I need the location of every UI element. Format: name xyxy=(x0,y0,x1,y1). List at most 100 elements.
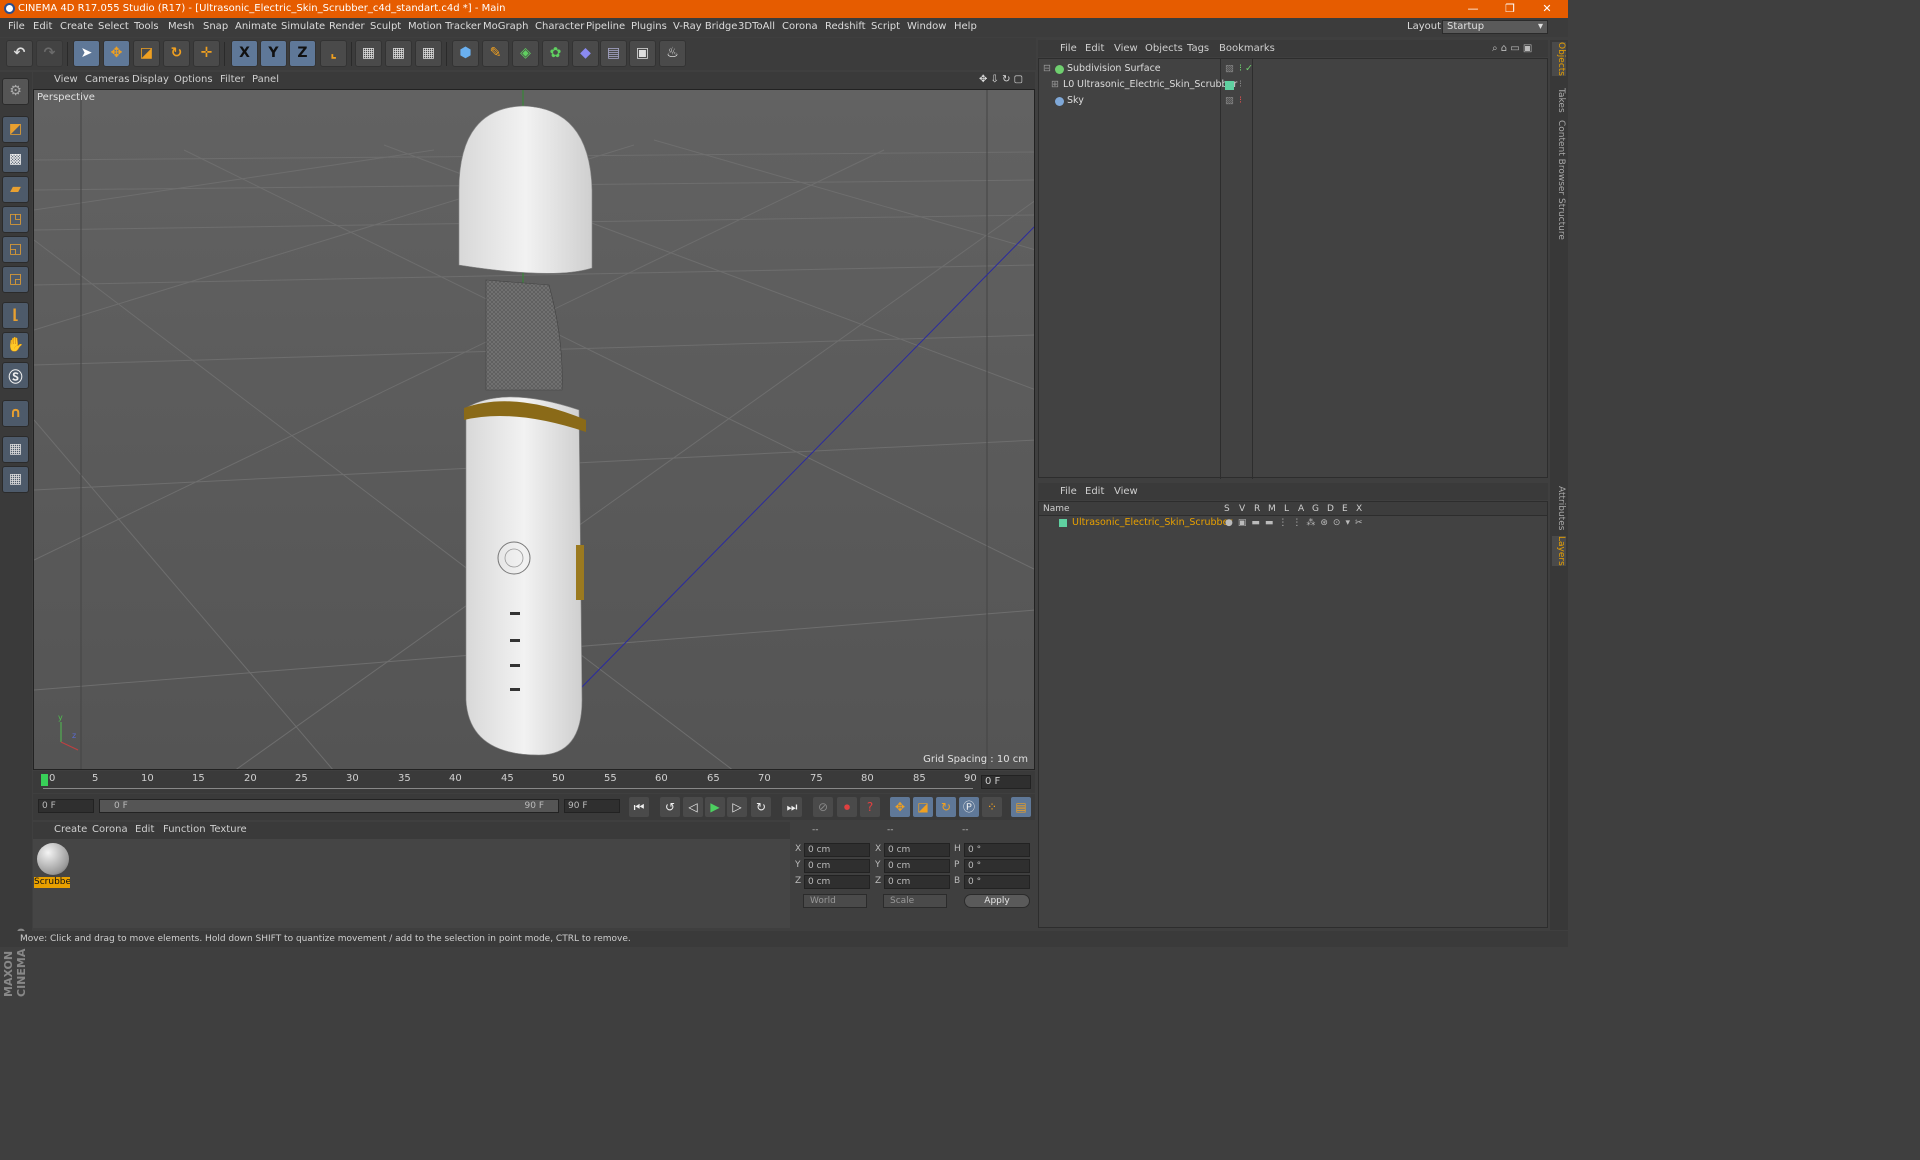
collapse-icon[interactable]: ⊟ xyxy=(1043,61,1051,77)
layer-color-icon[interactable] xyxy=(1225,81,1234,90)
menu-3dtoall[interactable]: 3DToAll xyxy=(738,21,775,32)
position-z-field[interactable]: 0 cm xyxy=(804,875,870,889)
menu-pipeline[interactable]: Pipeline xyxy=(586,21,625,32)
current-frame-field[interactable]: 0 F xyxy=(981,775,1031,789)
menu-vray-bridge[interactable]: V-Ray Bridge xyxy=(673,21,737,32)
transform-tool-button[interactable]: ✛ xyxy=(193,40,220,67)
go-to-end-button[interactable]: ⏭ xyxy=(782,797,802,817)
key-position-button[interactable]: ✥ xyxy=(890,797,910,817)
visibility-dots-icon[interactable]: ⁝ xyxy=(1239,61,1242,77)
menu-motion-tracker[interactable]: Motion Tracker xyxy=(408,21,481,32)
menu-redshift[interactable]: Redshift xyxy=(825,21,866,32)
autokey-button[interactable]: ? xyxy=(860,797,880,817)
polygons-mode-button[interactable]: ◲ xyxy=(2,266,29,293)
make-editable-button[interactable]: ⚙ xyxy=(2,78,29,105)
tab-takes[interactable]: Takes xyxy=(1552,88,1566,113)
cloner-button[interactable]: ✿ xyxy=(542,40,569,67)
size-y-field[interactable]: 0 cm xyxy=(884,859,950,873)
menu-animate[interactable]: Animate xyxy=(235,21,277,32)
tab-structure[interactable]: Structure xyxy=(1552,198,1566,240)
x-axis-button[interactable]: X xyxy=(231,40,258,67)
render-settings-button[interactable]: ▦ xyxy=(415,40,442,67)
redo-button[interactable]: ↷ xyxy=(36,40,63,67)
menu-help[interactable]: Help xyxy=(954,21,977,32)
tab-attributes[interactable]: Attributes xyxy=(1552,486,1566,530)
key-rotation-button[interactable]: ↻ xyxy=(936,797,956,817)
viewport-menu-cameras[interactable]: Cameras xyxy=(85,74,129,85)
undo-button[interactable]: ↶ xyxy=(6,40,33,67)
snap-button[interactable]: ∩ xyxy=(2,400,29,427)
rotate-tool-button[interactable]: ↻ xyxy=(163,40,190,67)
camera-button[interactable]: ▣ xyxy=(629,40,656,67)
enabled-check-icon[interactable]: ✓ xyxy=(1245,61,1253,77)
playhead[interactable] xyxy=(41,774,48,786)
menu-edit[interactable]: Edit xyxy=(33,21,52,32)
object-menu-objects[interactable]: Objects xyxy=(1145,43,1183,54)
locked-workplane-button[interactable]: ▦ xyxy=(2,436,29,463)
object-menu-view[interactable]: View xyxy=(1114,43,1138,54)
menu-script[interactable]: Script xyxy=(871,21,900,32)
layer-color-swatch[interactable] xyxy=(1059,519,1067,527)
object-menu-bookmarks[interactable]: Bookmarks xyxy=(1219,43,1275,54)
layer-menu-edit[interactable]: Edit xyxy=(1085,486,1104,497)
viewport-menu-options[interactable]: Options xyxy=(174,74,213,85)
subdivision-surface-button[interactable]: ◈ xyxy=(512,40,539,67)
size-x-field[interactable]: 0 cm xyxy=(884,843,950,857)
step-forward-button[interactable]: ▷ xyxy=(727,797,747,817)
rotation-h-field[interactable]: 0 ° xyxy=(964,843,1030,857)
object-row-subdivision-surface[interactable]: ⊟ Subdivision Surface ▨ ⁝ ✓ xyxy=(1039,61,1547,77)
viewport-menu-panel[interactable]: Panel xyxy=(252,74,279,85)
step-back-button[interactable]: ◁ xyxy=(683,797,703,817)
texture-mode-button[interactable]: ▩ xyxy=(2,146,29,173)
layer-row[interactable]: Ultrasonic_Electric_Skin_Scrubber ●▣▬▬⋮⋮… xyxy=(1039,516,1547,530)
cube-object-button[interactable]: ⬢ xyxy=(452,40,479,67)
apply-button[interactable]: Apply xyxy=(964,894,1030,908)
solo-button[interactable]: Ⓢ xyxy=(2,362,29,389)
material-swatch[interactable]: Scrubbe xyxy=(33,839,73,889)
deformer-button[interactable]: ◆ xyxy=(572,40,599,67)
layer-menu-view[interactable]: View xyxy=(1114,486,1138,497)
light-button[interactable]: ♨ xyxy=(659,40,686,67)
layer-toggle-icons[interactable]: ●▣▬▬⋮⋮⁂⊛⊙▾✂ xyxy=(1225,516,1368,530)
z-axis-button[interactable]: Z xyxy=(289,40,316,67)
size-z-field[interactable]: 0 cm xyxy=(884,875,950,889)
tab-content-browser[interactable]: Content Browser xyxy=(1552,120,1566,195)
key-scale-button[interactable]: ◪ xyxy=(913,797,933,817)
material-menu-texture[interactable]: Texture xyxy=(210,824,247,835)
layer-tag-icon[interactable]: ▨ xyxy=(1225,61,1234,77)
record-button[interactable]: ⏺ xyxy=(837,797,857,817)
menu-simulate[interactable]: Simulate xyxy=(281,21,325,32)
material-menu-corona[interactable]: Corona xyxy=(92,824,128,835)
menu-select[interactable]: Select xyxy=(98,21,129,32)
key-parameter-button[interactable]: Ⓟ xyxy=(959,797,979,817)
minimize-button[interactable]: — xyxy=(1455,0,1491,18)
timeline-ruler[interactable]: 0 5 10 15 20 25 30 35 40 45 50 55 60 65 … xyxy=(33,771,1035,793)
object-manager-tools-icons[interactable]: ⌕ ⌂ ▭ ▣ xyxy=(1492,43,1532,54)
layout-select[interactable]: Startup ▾ xyxy=(1442,20,1548,34)
position-x-field[interactable]: 0 cm xyxy=(804,843,870,857)
timeline-window-button[interactable]: ▤ xyxy=(1011,797,1031,817)
planar-workplane-button[interactable]: ▦ xyxy=(2,466,29,493)
close-button[interactable]: ✕ xyxy=(1529,0,1565,18)
object-row-sky[interactable]: Sky ▨ ⁝ xyxy=(1039,93,1547,109)
layer-tag-icon[interactable]: ▨ xyxy=(1225,93,1234,109)
render-picture-viewer-button[interactable]: ▦ xyxy=(385,40,412,67)
play-backwards-loop-button[interactable]: ↺ xyxy=(660,797,680,817)
object-menu-tags[interactable]: Tags xyxy=(1187,43,1209,54)
menu-snap[interactable]: Snap xyxy=(203,21,228,32)
viewport-menu-view[interactable]: View xyxy=(54,74,78,85)
rotation-p-field[interactable]: 0 ° xyxy=(964,859,1030,873)
frame-range-slider[interactable]: 0 F 90 F xyxy=(99,799,559,813)
menu-plugins[interactable]: Plugins xyxy=(631,21,667,32)
scale-tool-button[interactable]: ◪ xyxy=(133,40,160,67)
viewport-menu-display[interactable]: Display xyxy=(132,74,169,85)
tab-layers[interactable]: Layers xyxy=(1552,536,1566,566)
tweak-mode-button[interactable]: ✋ xyxy=(2,332,29,359)
menu-mesh[interactable]: Mesh xyxy=(168,21,194,32)
menu-tools[interactable]: Tools xyxy=(134,21,159,32)
menu-create[interactable]: Create xyxy=(60,21,93,32)
layer-menu-file[interactable]: File xyxy=(1060,486,1077,497)
loop-button[interactable]: ↻ xyxy=(751,797,771,817)
menu-file[interactable]: File xyxy=(8,21,25,32)
axis-mode-button[interactable]: ⌊ xyxy=(2,302,29,329)
